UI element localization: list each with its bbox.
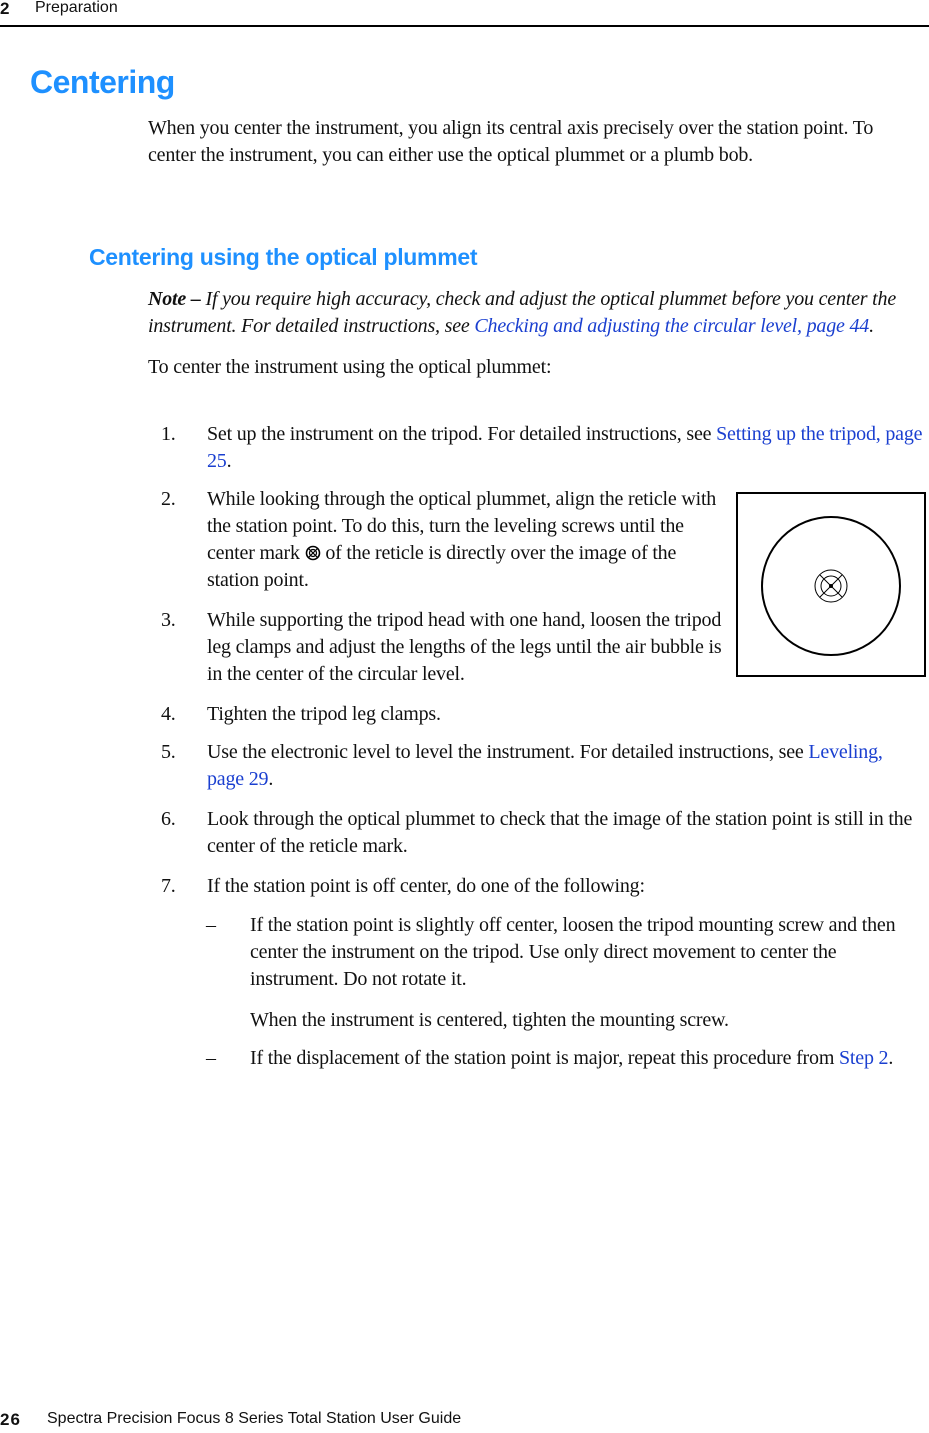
sub-step-2-text: If the displacement of the station point…	[250, 1047, 839, 1069]
step-6: 6. Look through the optical plummet to c…	[161, 806, 929, 860]
step-5-after: .	[268, 768, 274, 790]
step-text: While supporting the tripod head with on…	[207, 609, 722, 685]
note-paragraph: Note – If you require high accuracy, che…	[148, 286, 918, 340]
reticle-illustration	[761, 516, 901, 656]
sub-step-text: If the station point is slightly off cen…	[250, 914, 896, 990]
sub-step-followup: When the instrument is centered, tighten…	[250, 1009, 729, 1031]
chapter-number: 2	[0, 0, 10, 18]
page-number: 26	[0, 1410, 21, 1429]
step-number: 6.	[161, 808, 176, 830]
step-number: 2.	[161, 488, 176, 510]
link-step-2[interactable]: Step 2	[839, 1047, 889, 1069]
step-1-after: .	[226, 450, 232, 472]
center-dot	[829, 584, 833, 588]
step-text: Tighten the tripod leg clamps.	[207, 703, 441, 725]
sub-step-2-after: .	[888, 1047, 894, 1069]
page-footer: 26 Spectra Precision Focus 8 Series Tota…	[0, 1410, 929, 1432]
step-number: 3.	[161, 609, 176, 631]
step-number: 5.	[161, 741, 176, 763]
step-number: 7.	[161, 875, 176, 897]
reticle-center-mark-icon	[305, 545, 320, 561]
step-3: 3. While supporting the tripod head with…	[161, 607, 722, 688]
chapter-title: Preparation	[35, 0, 118, 16]
section-intro: When you center the instrument, you alig…	[148, 117, 874, 166]
section-title: Centering	[30, 64, 175, 100]
step-4: 4. Tighten the tripod leg clamps.	[161, 701, 921, 728]
step-5-text: Use the electronic level to level the in…	[207, 741, 809, 763]
dash-bullet: –	[206, 914, 216, 936]
link-circular-level[interactable]: Checking and adjusting the circular leve…	[474, 315, 869, 337]
sub-step-text: If the displacement of the station point…	[250, 1045, 929, 1072]
step-7: 7. If the station point is off center, d…	[161, 873, 929, 900]
step-text: Use the electronic level to level the in…	[207, 739, 921, 793]
procedure-lead: To center the instrument using the optic…	[148, 356, 552, 378]
step-1-text: Set up the instrument on the tripod. For…	[207, 423, 717, 445]
step-text: If the station point is off center, do o…	[207, 875, 645, 897]
page-header: 2 Preparation	[0, 0, 929, 27]
optical-plummet-reticle-figure	[736, 492, 926, 677]
note-label: Note –	[148, 288, 201, 310]
note-after: .	[869, 315, 874, 337]
step-number: 4.	[161, 703, 176, 725]
step-2: 2. While looking through the optical plu…	[161, 486, 721, 594]
step-text: While looking through the optical plumme…	[207, 486, 727, 594]
subsection-title: Centering using the optical plummet	[89, 244, 478, 270]
guide-title: Spectra Precision Focus 8 Series Total S…	[47, 1410, 462, 1427]
sub-step-1: – If the station point is slightly off c…	[206, 912, 929, 1031]
dash-bullet: –	[206, 1047, 216, 1069]
step-5: 5. Use the electronic level to level the…	[161, 739, 929, 793]
sub-step-2: – If the displacement of the station poi…	[206, 1045, 929, 1099]
step-text: Set up the instrument on the tripod. For…	[207, 421, 929, 475]
step-number: 1.	[161, 423, 176, 445]
step-1: 1. Set up the instrument on the tripod. …	[161, 421, 929, 475]
step-text: Look through the optical plummet to chec…	[207, 808, 913, 857]
